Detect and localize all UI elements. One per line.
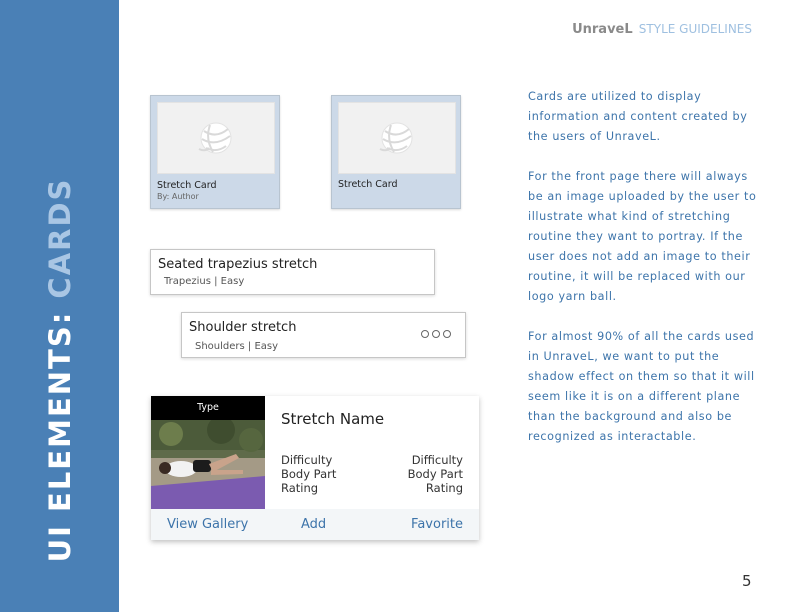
attributes-left: Difficulty Body Part Rating: [281, 453, 336, 495]
list-card-subtitle: Shoulders | Easy: [195, 341, 279, 352]
sidebar: UI ELEMENTS: CARDS: [0, 0, 119, 612]
list-card-subtitle: Trapezius | Easy: [164, 276, 245, 287]
attribute-rating: Rating: [425, 481, 463, 495]
card-title: Stretch Card: [338, 179, 398, 190]
section-title: UI ELEMENTS: CARDS: [43, 178, 77, 563]
stretch-detail-card[interactable]: Type Stretch Name Difficulty Body Part R…: [151, 396, 479, 540]
card-actions: View Gallery Add Favorite: [151, 509, 479, 540]
description-text: Cards are utilized to display informatio…: [528, 87, 760, 467]
card-title: Stretch Card: [157, 180, 217, 191]
image-placeholder: [157, 102, 275, 174]
page-number: 5: [742, 572, 752, 590]
stretch-name: Stretch Name: [281, 410, 385, 428]
yarn-ball-icon: [198, 122, 232, 154]
more-options-icon[interactable]: [421, 330, 451, 338]
brand-name: UnraveL: [572, 22, 633, 37]
paragraph: For the front page there will always be …: [528, 170, 757, 303]
type-label: Type: [151, 396, 265, 420]
attribute-body-part: Body Part: [281, 467, 337, 481]
stretch-photo: [151, 420, 265, 509]
list-card-title: Seated trapezius stretch: [158, 257, 318, 272]
attribute-body-part: Body Part: [407, 467, 463, 481]
paragraph: Cards are utilized to display informatio…: [528, 90, 748, 143]
stretch-card-with-author[interactable]: Stretch Card By: Author: [150, 95, 280, 209]
attribute-rating: Rating: [281, 481, 319, 495]
paragraph: For almost 90% of all the cards used in …: [528, 330, 755, 443]
favorite-button[interactable]: Favorite: [411, 517, 463, 532]
header-subtitle: STYLE GUIDELINES: [638, 22, 752, 36]
section-title-main: UI ELEMENTS:: [43, 298, 77, 563]
section-title-accent: CARDS: [43, 177, 77, 299]
attribute-difficulty: Difficulty: [411, 453, 463, 467]
attribute-difficulty: Difficulty: [281, 453, 333, 467]
image-placeholder: [338, 102, 456, 174]
add-button[interactable]: Add: [301, 517, 326, 532]
list-card-title: Shoulder stretch: [189, 320, 297, 335]
list-card-shoulder[interactable]: Shoulder stretch Shoulders | Easy: [181, 312, 466, 358]
stretch-card[interactable]: Stretch Card: [331, 95, 461, 209]
list-card-trapezius[interactable]: Seated trapezius stretch Trapezius | Eas…: [150, 249, 435, 295]
attributes-right: Difficulty Body Part Rating: [408, 453, 463, 495]
page-header: UnraveL STYLE GUIDELINES: [572, 22, 752, 37]
card-author: By: Author: [157, 192, 199, 201]
view-gallery-button[interactable]: View Gallery: [167, 517, 248, 532]
yarn-ball-icon: [379, 122, 413, 154]
